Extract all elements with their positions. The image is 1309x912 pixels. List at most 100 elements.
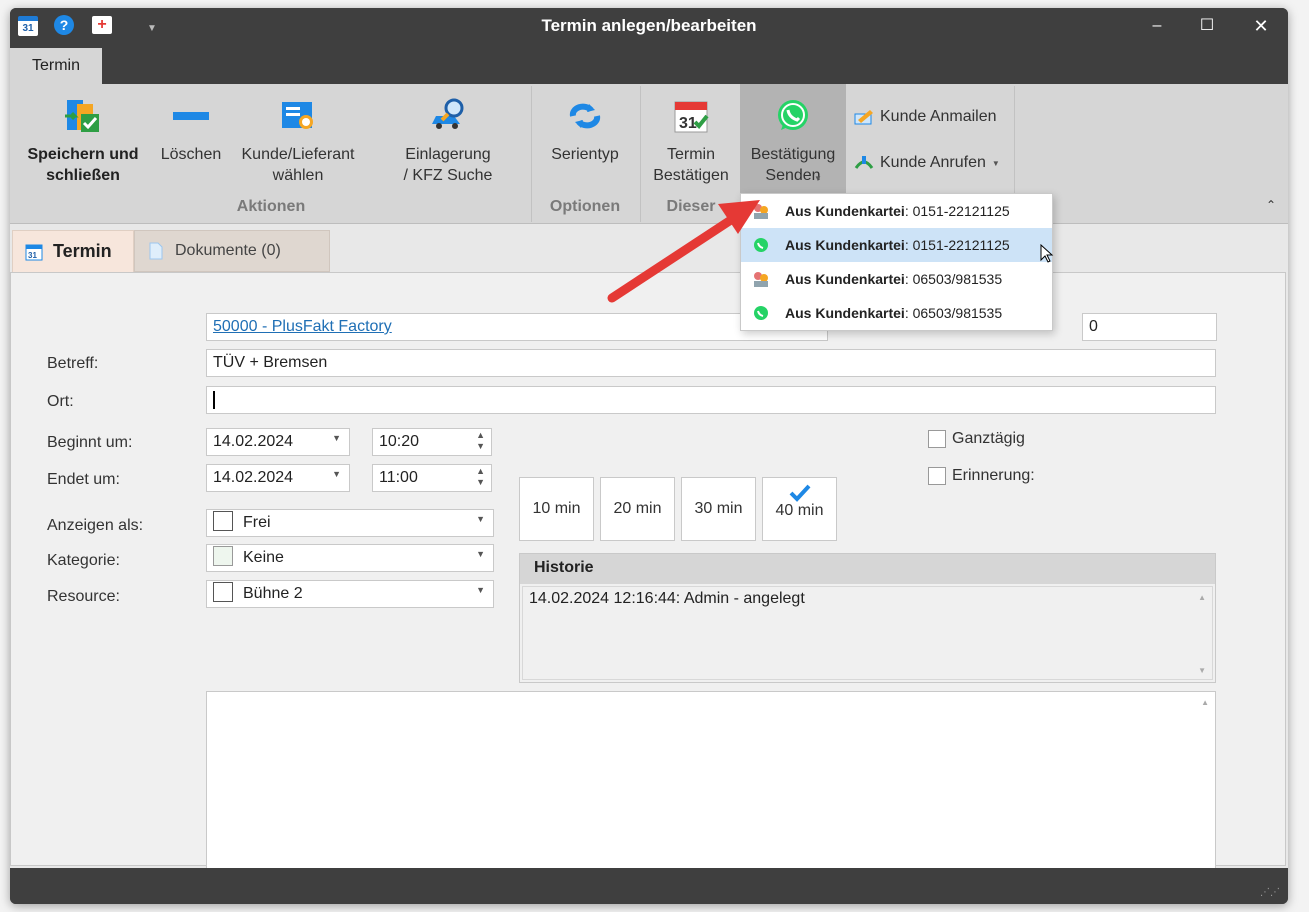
- resize-grip-icon[interactable]: ⋰⋰: [1260, 887, 1280, 898]
- category-label: Kategorie:: [47, 552, 120, 569]
- spinner-icon[interactable]: ▲ ▼: [476, 430, 485, 452]
- chevron-down-icon[interactable]: ▼: [476, 549, 485, 559]
- document-icon: [149, 242, 163, 260]
- show-as-value: Frei: [243, 514, 271, 531]
- pencil-mail-icon: [854, 110, 873, 125]
- car-search-icon: [432, 98, 464, 129]
- allday-checkbox[interactable]: Ganztägig: [928, 430, 1025, 448]
- appointment-window: 31 ? + ▼ Termin anlegen/bearbeiten – ☐ ✕…: [10, 8, 1288, 904]
- call-customer-button[interactable]: Kunde Anrufen ▼: [854, 150, 1000, 176]
- scroll-up-icon[interactable]: ▲: [1201, 698, 1209, 707]
- category-value: Keine: [243, 549, 284, 566]
- menu-item-whatsapp-1[interactable]: Aus Kundenkartei: 0151-22121125: [741, 228, 1052, 262]
- chevron-down-icon[interactable]: ▼: [476, 514, 485, 524]
- end-date-value: 14.02.2024: [213, 469, 294, 486]
- duration-40-label: 40 min: [775, 502, 824, 519]
- duration-20-button[interactable]: 20 min: [600, 477, 675, 541]
- category-select[interactable]: Keine ▼: [206, 544, 494, 572]
- customer-link[interactable]: 50000 - PlusFakt Factory: [206, 313, 828, 341]
- minus-icon: [173, 112, 209, 120]
- number-field[interactable]: 0: [1082, 313, 1217, 341]
- annotation-arrow-icon: [607, 200, 760, 303]
- ribbon-tabstrip: Termin: [10, 44, 1288, 84]
- checkbox-box[interactable]: [928, 430, 946, 448]
- menu-item-number: : 06503/981535: [904, 271, 1003, 287]
- menu-item-contact-sms-1[interactable]: Aus Kundenkartei: 0151-22121125: [741, 194, 1052, 228]
- tab-documents-label: Dokumente (0): [175, 242, 281, 259]
- chevron-down-icon[interactable]: ▼: [332, 433, 341, 443]
- save-label: Speichern und schließen: [27, 146, 139, 184]
- minimize-button[interactable]: –: [1142, 14, 1172, 38]
- reminder-checkbox[interactable]: Erinnerung:: [928, 467, 1035, 485]
- menu-item-number: : 0151-22121125: [904, 237, 1010, 253]
- whatsapp-icon: [778, 100, 808, 130]
- close-button[interactable]: ✕: [1246, 14, 1276, 38]
- chevron-down-icon[interactable]: ▼: [476, 585, 485, 595]
- status-bar: ⋰⋰: [10, 868, 1288, 904]
- history-list[interactable]: 14.02.2024 12:16:44: Admin - angelegt ▲ …: [522, 586, 1213, 680]
- menu-item-number: : 06503/981535: [904, 305, 1003, 321]
- history-title: Historie: [520, 554, 1215, 584]
- duration-10-button[interactable]: 10 min: [519, 477, 594, 541]
- color-swatch: [213, 582, 233, 603]
- chevron-down-icon[interactable]: ▼: [332, 469, 341, 479]
- show-as-select[interactable]: Frei ▼: [206, 509, 494, 537]
- choose-customer-button[interactable]: Kunde/Lieferant wählen: [236, 84, 360, 194]
- customer-label: Kunde/Lieferant wählen: [241, 146, 355, 184]
- duration-30-button[interactable]: 30 min: [681, 477, 756, 541]
- history-entry: 14.02.2024 12:16:44: Admin - angelegt: [529, 590, 805, 607]
- start-time-field[interactable]: 10:20 ▲ ▼: [372, 428, 492, 456]
- ribbon-tab-termin[interactable]: Termin: [10, 48, 102, 84]
- send-label: Bestätigung Senden: [750, 146, 836, 184]
- location-field[interactable]: [206, 386, 1216, 414]
- send-confirmation-menu: Aus Kundenkartei: 0151-22121125 Aus Kund…: [740, 193, 1053, 331]
- end-time-field[interactable]: 11:00 ▲ ▼: [372, 464, 492, 492]
- menu-item-source: Aus Kundenkartei: [785, 271, 905, 287]
- allday-label: Ganztägig: [952, 430, 1025, 447]
- start-label: Beginnt um:: [47, 434, 133, 451]
- tab-termin[interactable]: 31 Termin: [12, 230, 134, 272]
- color-swatch: [213, 546, 233, 567]
- resource-value: Bühne 2: [243, 585, 303, 602]
- resource-label: Resource:: [47, 588, 120, 605]
- content-area: 31 Termin Dokumente (0) 50000 - PlusFakt…: [10, 224, 1288, 899]
- svg-text:31: 31: [28, 251, 37, 260]
- collapse-ribbon-icon[interactable]: ⌃: [1266, 198, 1276, 212]
- save-and-close-button[interactable]: Speichern und schließen: [16, 84, 150, 194]
- checkmark-icon: [789, 484, 810, 502]
- confirm-label: Termin Bestätigen: [653, 146, 729, 184]
- calendar-check-icon: 31: [674, 101, 709, 133]
- delete-button[interactable]: Löschen: [156, 84, 226, 194]
- send-confirmation-button[interactable]: Bestätigung Senden ▼: [740, 84, 846, 194]
- confirm-appointment-button[interactable]: 31 Termin Bestätigen: [646, 84, 736, 194]
- location-label: Ort:: [47, 393, 74, 410]
- call-customer-label: Kunde Anrufen: [880, 154, 986, 171]
- checkbox-box[interactable]: [928, 467, 946, 485]
- resource-select[interactable]: Bühne 2 ▼: [206, 580, 494, 608]
- tab-documents[interactable]: Dokumente (0): [134, 230, 330, 272]
- storage-search-button[interactable]: Einlagerung / KFZ Suche: [386, 84, 510, 194]
- start-date-value: 14.02.2024: [213, 433, 294, 450]
- menu-item-source: Aus Kundenkartei: [785, 305, 905, 321]
- delete-label: Löschen: [160, 146, 222, 163]
- appointment-panel: 50000 - PlusFakt Factory 0 Betreff: TÜV …: [10, 272, 1286, 899]
- show-as-label: Anzeigen als:: [47, 517, 144, 534]
- series-type-button[interactable]: Serientyp: [540, 84, 630, 194]
- spinner-icon[interactable]: ▲ ▼: [476, 466, 485, 488]
- series-label: Serientyp: [551, 146, 619, 163]
- color-swatch: [213, 511, 233, 532]
- subject-field[interactable]: TÜV + Bremsen: [206, 349, 1216, 377]
- end-date-field[interactable]: 14.02.2024 ▼: [206, 464, 350, 492]
- menu-item-number: : 0151-22121125: [904, 203, 1010, 219]
- menu-item-contact-sms-2[interactable]: Aus Kundenkartei: 06503/981535: [741, 262, 1052, 296]
- maximize-button[interactable]: ☐: [1192, 14, 1222, 38]
- scroll-down-icon[interactable]: ▼: [1198, 666, 1206, 675]
- start-time-value: 10:20: [379, 433, 420, 450]
- start-date-field[interactable]: 14.02.2024 ▼: [206, 428, 350, 456]
- menu-item-whatsapp-2[interactable]: Aus Kundenkartei: 06503/981535: [741, 296, 1052, 330]
- recurrence-icon: [569, 103, 601, 129]
- duration-40-button[interactable]: 40 min: [762, 477, 837, 541]
- window-title: Termin anlegen/bearbeiten: [541, 16, 757, 35]
- email-customer-button[interactable]: Kunde Anmailen: [854, 104, 997, 130]
- scroll-up-icon[interactable]: ▲: [1198, 593, 1206, 602]
